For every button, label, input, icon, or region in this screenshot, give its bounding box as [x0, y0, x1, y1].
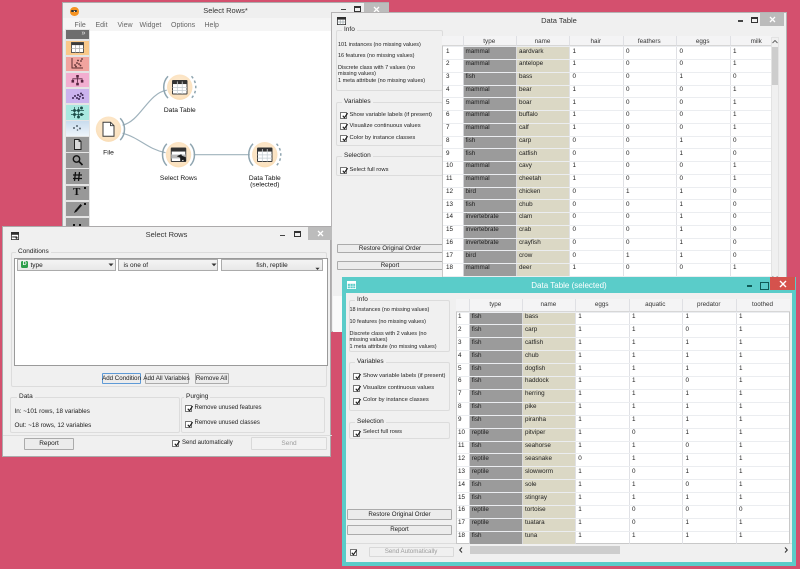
svg-text:Data Table: Data Table — [164, 107, 196, 114]
svg-text:File: File — [103, 150, 114, 157]
svg-text:Select Rows: Select Rows — [160, 175, 198, 182]
svg-text:(selected): (selected) — [250, 182, 279, 189]
